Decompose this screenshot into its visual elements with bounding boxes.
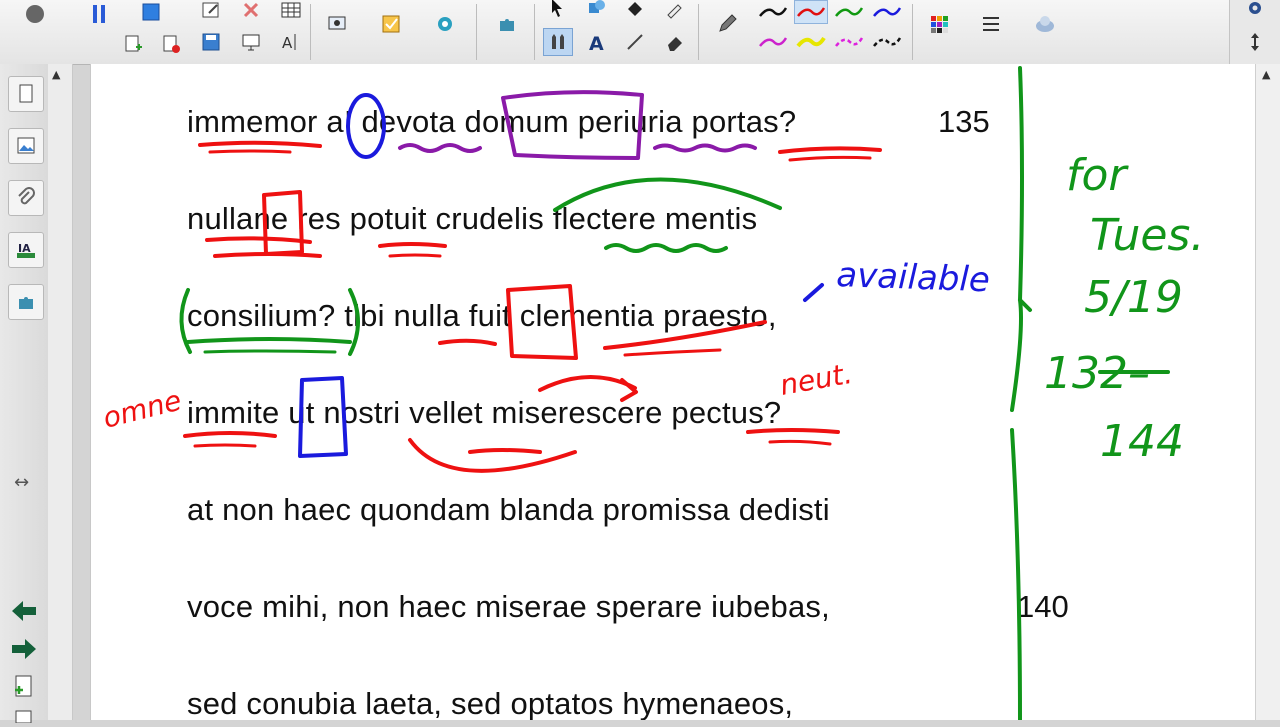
table-icon[interactable]	[276, 0, 306, 24]
highlighter-yellow[interactable]	[794, 30, 828, 54]
puzzle-icon[interactable]	[492, 10, 522, 38]
scroll-up-icon[interactable]: ▲	[52, 68, 60, 81]
text-line: immemor a! devota domum periuria portas?	[187, 104, 797, 139]
response-icon[interactable]	[376, 10, 406, 38]
next-page-icon[interactable]	[10, 636, 38, 666]
pens-icon[interactable]	[543, 28, 573, 56]
pen-red[interactable]	[794, 0, 828, 24]
text-line: consilium? tibi nulla fuit clementia pra…	[187, 298, 777, 333]
shape-color-icon[interactable]	[20, 0, 50, 28]
pen-dashed-black[interactable]	[870, 30, 904, 54]
insert-page-icon[interactable]	[118, 30, 148, 58]
settings-icon[interactable]	[1240, 0, 1270, 22]
handwriting-text-icon[interactable]: A	[276, 28, 306, 56]
svg-text:A: A	[589, 33, 604, 53]
screen-shade-icon[interactable]	[136, 0, 166, 28]
whiteboard-page[interactable]: immemor a! devota domum periuria portas?…	[90, 64, 1257, 720]
save-icon[interactable]	[196, 28, 226, 56]
eraser-icon[interactable]	[660, 28, 690, 56]
text-line: nullane res potuit crudelis flectere men…	[187, 201, 758, 236]
svg-text:IA: IA	[18, 242, 31, 255]
text-line: voce mihi, non haec miserae sperare iube…	[187, 589, 830, 624]
add-page-icon[interactable]	[12, 674, 36, 704]
scroll-up-arrow-icon[interactable]: ▲	[1262, 68, 1270, 81]
page-sorter-icon[interactable]	[8, 76, 44, 112]
text-line: sed conubia laeta, sed optatos hymenaeos…	[187, 686, 794, 720]
auto-hide-toggle-icon[interactable]: ↔	[14, 472, 29, 493]
pen-magenta[interactable]	[756, 30, 790, 54]
line-number: 140	[1017, 589, 1069, 624]
previous-page-icon[interactable]	[10, 598, 38, 628]
text-line: immite ut nostri vellet miserescere pect…	[187, 395, 782, 430]
line-number: 135	[938, 104, 990, 139]
vertical-scrollbar[interactable]: ▲	[1255, 64, 1280, 720]
toolbar-right-panel	[1229, 0, 1280, 64]
shapes-icon[interactable]	[582, 0, 612, 22]
delete-page-icon[interactable]	[156, 30, 186, 58]
edit-page-icon[interactable]	[196, 0, 226, 24]
close-icon[interactable]	[236, 0, 266, 24]
line-icon[interactable]	[620, 28, 650, 56]
side-panel: IA ↔	[0, 64, 49, 724]
attachments-icon[interactable]	[8, 180, 44, 216]
document-camera-icon[interactable]	[322, 10, 352, 38]
text-tool-icon[interactable]: A	[582, 28, 612, 56]
pen-black[interactable]	[756, 0, 790, 24]
fill-icon[interactable]	[620, 0, 650, 22]
pen-blue[interactable]	[870, 0, 904, 24]
magic-pen-icon[interactable]	[660, 0, 690, 22]
toolbar: A A	[0, 0, 1280, 65]
delete-page-side-icon[interactable]	[12, 708, 36, 727]
pen-icon[interactable]	[712, 10, 742, 38]
pause-icon[interactable]	[84, 0, 114, 28]
transparency-icon[interactable]	[1030, 10, 1060, 38]
gallery-icon[interactable]	[8, 128, 44, 164]
properties-icon[interactable]: IA	[8, 232, 44, 268]
pen-green[interactable]	[832, 0, 866, 24]
add-ons-side-icon[interactable]	[8, 284, 44, 320]
screen-capture-icon[interactable]	[236, 28, 266, 56]
toolbar-move-icon[interactable]	[1240, 28, 1270, 56]
color-palette-icon[interactable]	[924, 10, 954, 38]
select-arrow-icon[interactable]	[542, 0, 572, 22]
pen-dashed-magenta[interactable]	[832, 30, 866, 54]
add-ons-icon[interactable]	[430, 10, 460, 38]
sidebar-gutter: ▲	[48, 64, 73, 720]
svg-text:A: A	[282, 34, 293, 52]
line-style-icon[interactable]	[976, 10, 1006, 38]
text-line: at non haec quondam blanda promissa dedi…	[187, 492, 830, 527]
